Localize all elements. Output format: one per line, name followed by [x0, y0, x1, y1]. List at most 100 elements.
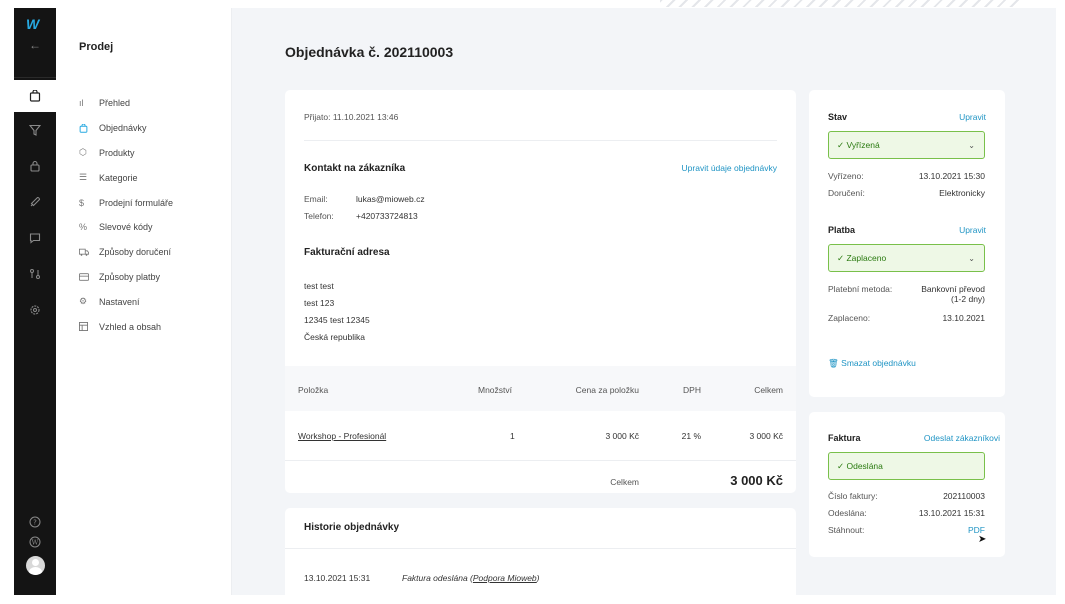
chat-icon[interactable]: [14, 232, 56, 244]
sidebar-item-prodejni-formulare[interactable]: $ Prodejní formuláře: [79, 190, 173, 215]
sidebar-item-objednavky[interactable]: Objednávky: [79, 116, 173, 141]
email-label: Email:: [304, 194, 328, 204]
payment-method-row: Platební metoda: Bankovní převod (1-2 dny): [828, 284, 985, 304]
arrow-left-icon[interactable]: ←: [29, 38, 41, 52]
chart-icon: ıl: [79, 98, 84, 109]
invoice-card: Faktura Odeslat zákazníkovi ✓ Odeslána Č…: [809, 412, 1005, 557]
sidebar-item-produkty[interactable]: ⬡ Produkty: [79, 141, 173, 166]
sidebar-item-zpusoby-doruceni[interactable]: Způsoby doručení: [79, 240, 173, 265]
row-price: 3 000 Kč: [605, 431, 639, 441]
table-header: [285, 366, 796, 411]
row-vat: 21 %: [681, 431, 701, 441]
invoice-sent-row: Odeslána: 13.10.2021 15:31: [828, 508, 985, 518]
paid-row: Zaplaceno: 13.10.2021: [828, 313, 985, 323]
phone-value: +420733724813: [356, 211, 418, 221]
dollar-icon: $: [79, 197, 85, 208]
delivery-row: Doručení: Elektronicky: [828, 188, 985, 198]
product-link[interactable]: Workshop - Profesionál: [298, 431, 386, 441]
row-total: 3 000 Kč: [749, 431, 783, 441]
svg-text:?: ?: [33, 519, 37, 527]
bag-icon: [79, 123, 99, 133]
avatar[interactable]: [26, 556, 45, 575]
payment-title: Platba: [828, 225, 856, 235]
sidebar-title: Prodej: [79, 41, 114, 53]
sidebar-menu: ıl Přehled Objednávky ⬡ Produkty ☰ Kategori…: [79, 91, 173, 339]
history-user-link[interactable]: Podpora Mioweb: [473, 573, 537, 583]
sidebar-item-kategorie[interactable]: ☰ Kategorie: [79, 165, 173, 190]
status-edit-link[interactable]: Upravit: [959, 112, 986, 122]
invoice-status: ✓ Odeslána: [828, 452, 985, 480]
icon-rail: W ← ? W: [14, 8, 56, 595]
app-frame: W ← ? W Prodej ıl Přehled Objednávky ⬡ P…: [14, 8, 1056, 595]
send-to-customer-link[interactable]: Odeslat zákazníkovi: [924, 433, 1000, 443]
sidebar-item-zpusoby-platby[interactable]: Způsoby platby: [79, 265, 173, 290]
rocket-icon[interactable]: [14, 196, 56, 208]
address-line: test test: [304, 281, 334, 291]
address-line: test 123: [304, 298, 335, 308]
check-icon: ✓: [837, 139, 847, 150]
total-value: 3 000 Kč: [730, 473, 783, 488]
divider: [285, 548, 796, 549]
received-date: Přijato: 11.10.2021 13:46: [304, 112, 399, 122]
invoice-title: Faktura: [828, 433, 861, 443]
gear-icon[interactable]: [14, 304, 56, 316]
history-card: Historie objednávky 13.10.2021 15:31 Fak…: [285, 508, 796, 595]
cursor-icon: ➤: [978, 534, 987, 545]
status-card: Stav Upravit ✓ Vyřízená ⌄ Vyřízeno: 13.10.…: [809, 90, 1005, 397]
truck-icon: [79, 248, 99, 257]
shopping-bag-icon[interactable]: [14, 80, 56, 112]
svg-text:W: W: [32, 539, 39, 547]
page-title: Objednávka č. 202110003: [285, 44, 454, 60]
sidebar-item-nastaveni[interactable]: ⚙ Nastavení: [79, 289, 173, 314]
status-select[interactable]: ✓ Vyřízená ⌄: [828, 131, 985, 159]
layout-icon: [79, 322, 99, 332]
filter-icon[interactable]: [14, 124, 56, 136]
card-icon: [79, 273, 99, 281]
col-header-qty: Množství: [478, 385, 513, 395]
sidebar: Prodej ıl Přehled Objednávky ⬡ Produkty ☰ K…: [56, 8, 232, 595]
col-header-vat: DPH: [683, 385, 701, 395]
chevron-down-icon: ⌄: [968, 254, 975, 263]
address-line: 12345 test 12345: [304, 315, 370, 325]
phone-label: Telefon:: [304, 211, 334, 221]
logo[interactable]: W: [26, 16, 39, 32]
edit-order-link[interactable]: Upravit údaje objednávky: [682, 163, 777, 173]
col-header-item: Položka: [298, 385, 329, 395]
integrations-icon[interactable]: [14, 268, 56, 280]
wordpress-icon[interactable]: W: [14, 536, 56, 548]
history-title: Historie objednávky: [304, 522, 400, 533]
payment-select[interactable]: ✓ Zaplaceno ⌄: [828, 244, 985, 272]
resolved-row: Vyřízeno: 13.10.2021 15:30: [828, 171, 985, 181]
check-icon: ✓: [837, 460, 847, 471]
list-icon: ☰: [79, 172, 88, 183]
delete-order-button[interactable]: 🗑︎ Smazat objednávku: [828, 358, 916, 369]
history-entry: Faktura odeslána (Podpora Mioweb): [402, 573, 540, 583]
status-title: Stav: [828, 112, 848, 122]
row-qty: 1: [510, 431, 515, 441]
email-value: lukas@mioweb.cz: [356, 194, 425, 204]
total-label: Celkem: [610, 477, 639, 487]
invoice-number-row: Číslo faktury: 202110003: [828, 491, 985, 501]
help-icon[interactable]: ?: [14, 516, 56, 528]
sidebar-item-vzhled[interactable]: Vzhled a obsah: [79, 314, 173, 339]
address-line: Česká republika: [304, 332, 365, 342]
payment-edit-link[interactable]: Upravit: [959, 225, 986, 235]
check-icon: ✓: [837, 252, 847, 263]
decorative-hatch: [660, 0, 1020, 7]
contact-title: Kontakt na zákazníka: [304, 163, 406, 174]
billing-title: Fakturační adresa: [304, 247, 390, 258]
lock-icon[interactable]: [14, 160, 56, 172]
chevron-down-icon: ⌄: [968, 141, 975, 150]
col-header-price: Cena za položku: [575, 385, 639, 395]
order-card: Přijato: 11.10.2021 13:46 Kontakt na zák…: [285, 90, 796, 493]
gear-icon: ⚙: [79, 296, 88, 307]
divider: [285, 460, 796, 461]
box-icon: ⬡: [79, 147, 87, 158]
sidebar-item-prehled[interactable]: ıl Přehled: [79, 91, 173, 116]
invoice-download-row: Stáhnout: PDF: [828, 525, 985, 535]
col-header-total: Celkem: [754, 385, 783, 395]
trash-icon: 🗑︎: [828, 358, 839, 368]
divider: [304, 140, 777, 141]
percent-icon: %: [79, 222, 88, 233]
sidebar-item-slevove-kody[interactable]: % Slevové kódy: [79, 215, 173, 240]
